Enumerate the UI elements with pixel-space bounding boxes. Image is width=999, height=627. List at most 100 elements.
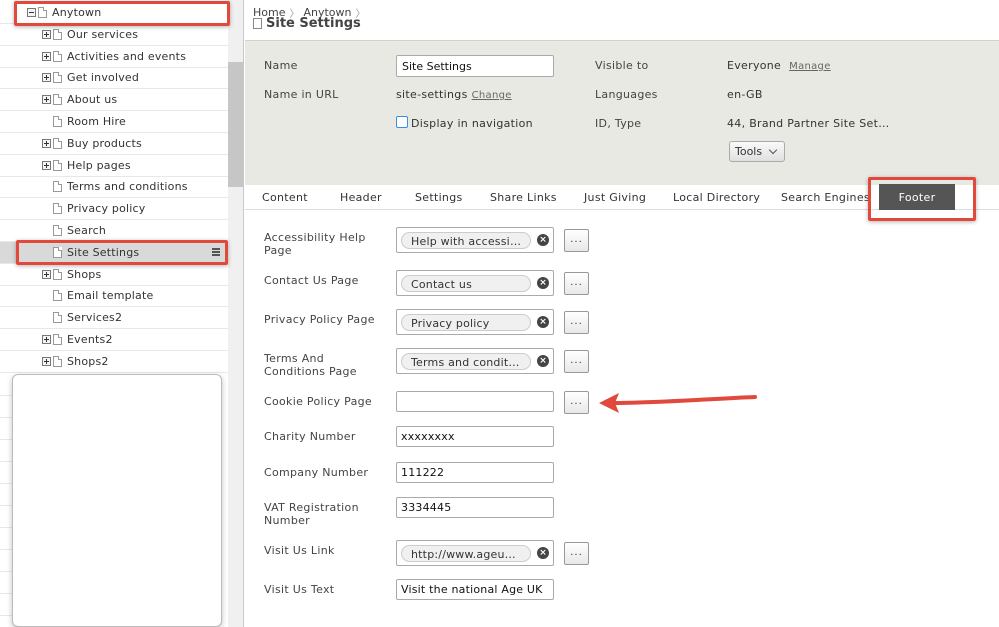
sidebar-item[interactable]: Events2 bbox=[0, 329, 228, 351]
page-icon bbox=[53, 137, 62, 149]
menu-icon[interactable] bbox=[212, 247, 220, 256]
collapse-icon[interactable] bbox=[27, 8, 36, 17]
cookie-input[interactable] bbox=[396, 391, 554, 412]
sidebar-item[interactable]: Shops2 bbox=[0, 351, 228, 373]
sidebar-item[interactable]: Activities and events bbox=[0, 46, 228, 68]
sidebar-item-label: Shops bbox=[67, 267, 102, 281]
expand-icon[interactable] bbox=[42, 51, 51, 61]
sidebar-item[interactable]: Search bbox=[0, 220, 228, 242]
expand-icon[interactable] bbox=[42, 269, 51, 279]
manage-link[interactable]: Manage bbox=[789, 61, 831, 72]
sidebar-item-label: Site Settings bbox=[67, 245, 140, 259]
page-icon bbox=[53, 290, 62, 302]
url-value: site-settings Change bbox=[396, 88, 512, 101]
tab-settings[interactable]: Settings bbox=[415, 191, 463, 204]
sidebar-item[interactable]: About us bbox=[0, 89, 228, 112]
tab-just-giving[interactable]: Just Giving bbox=[584, 191, 646, 204]
languages-value: en-GB bbox=[727, 88, 763, 101]
terms-browse-button[interactable]: ... bbox=[564, 350, 589, 373]
page-icon bbox=[53, 203, 62, 215]
url-text: site-settings bbox=[396, 88, 468, 101]
sidebar-item-label: Our services bbox=[67, 27, 139, 41]
sidebar-item-label: Search bbox=[67, 224, 106, 237]
visit-link-label: Visit Us Link bbox=[264, 544, 335, 557]
sidebar-item[interactable]: Shops bbox=[0, 264, 228, 286]
privacy-picker[interactable]: Privacy policy × bbox=[396, 309, 554, 335]
sidebar-item[interactable]: Get involved bbox=[0, 67, 228, 90]
cookie-browse-button[interactable]: ... bbox=[564, 391, 589, 414]
expand-icon[interactable] bbox=[42, 73, 51, 83]
sidebar-item-label: Activities and events bbox=[67, 49, 187, 63]
tab-footer[interactable]: Footer bbox=[879, 184, 955, 210]
sidebar-item[interactable]: Services2 bbox=[0, 307, 228, 330]
expand-icon[interactable] bbox=[42, 29, 51, 39]
page-icon bbox=[53, 355, 62, 367]
expand-icon[interactable] bbox=[42, 160, 51, 170]
tab-content[interactable]: Content bbox=[262, 191, 308, 204]
sidebar-item[interactable]: Our services bbox=[0, 24, 228, 46]
sidebar: Anytown Our services Activities and events… bbox=[0, 0, 244, 627]
name-input[interactable] bbox=[396, 55, 554, 77]
page-icon bbox=[53, 28, 62, 40]
page-icon bbox=[53, 72, 62, 84]
display-nav-checkbox[interactable] bbox=[396, 116, 408, 128]
visit-link-picker[interactable]: http://www.ageuk.… × bbox=[396, 540, 554, 566]
sidebar-item-label: Help pages bbox=[67, 158, 131, 172]
main-panel: Home 〉 Anytown 〉 Site Settings Name Name… bbox=[245, 0, 999, 627]
page-title: Site Settings bbox=[266, 16, 361, 31]
sidebar-item[interactable]: Site Settings bbox=[0, 241, 228, 264]
clear-icon[interactable]: × bbox=[537, 316, 549, 328]
tools-dropdown[interactable]: Tools bbox=[729, 141, 785, 162]
charity-input[interactable] bbox=[396, 426, 554, 447]
privacy-browse-button[interactable]: ... bbox=[564, 311, 589, 334]
page-icon bbox=[53, 159, 62, 171]
sidebar-item-label: Events2 bbox=[67, 333, 113, 346]
page-icon bbox=[253, 18, 262, 29]
clear-icon[interactable]: × bbox=[537, 355, 549, 367]
privacy-pill: Privacy policy bbox=[401, 314, 531, 331]
tab-share-links[interactable]: Share Links bbox=[490, 191, 557, 204]
page-icon bbox=[53, 94, 62, 106]
accessibility-browse-button[interactable]: ... bbox=[564, 229, 589, 252]
sidebar-item[interactable]: Room Hire bbox=[0, 111, 228, 133]
accessibility-picker[interactable]: Help with accessibi… × bbox=[396, 227, 554, 253]
expand-icon[interactable] bbox=[42, 335, 51, 344]
chevron-down-icon bbox=[768, 145, 778, 155]
charity-label: Charity Number bbox=[264, 430, 356, 443]
sidebar-item-label: Services2 bbox=[67, 311, 123, 325]
change-url-link[interactable]: Change bbox=[472, 90, 512, 101]
expand-icon[interactable] bbox=[42, 356, 51, 366]
visit-link-browse-button[interactable]: ... bbox=[564, 542, 589, 565]
page-title-row: Site Settings bbox=[253, 16, 361, 31]
sidebar-item-label: Get involved bbox=[67, 71, 140, 85]
contact-browse-button[interactable]: ... bbox=[564, 272, 589, 295]
sidebar-item-label: Room Hire bbox=[67, 115, 126, 128]
clear-icon[interactable]: × bbox=[537, 234, 549, 246]
vat-input[interactable] bbox=[396, 497, 554, 518]
sidebar-item[interactable]: Buy products bbox=[0, 133, 228, 155]
sidebar-item[interactable]: Email template bbox=[0, 285, 228, 308]
sidebar-scroll-thumb[interactable] bbox=[228, 62, 243, 187]
company-input[interactable] bbox=[396, 462, 554, 483]
sidebar-item[interactable]: Terms and conditions bbox=[0, 176, 228, 199]
tab-header[interactable]: Header bbox=[340, 191, 382, 204]
page-icon bbox=[53, 268, 62, 280]
tab-local-directory[interactable]: Local Directory bbox=[673, 191, 760, 204]
visit-text-input[interactable] bbox=[396, 579, 554, 600]
contact-picker[interactable]: Contact us × bbox=[396, 270, 554, 296]
sidebar-item[interactable]: Anytown bbox=[0, 2, 228, 24]
sidebar-item-label: Anytown bbox=[52, 6, 102, 19]
tools-label: Tools bbox=[735, 145, 763, 158]
blank-popup-panel bbox=[12, 374, 222, 627]
terms-picker[interactable]: Terms and conditi… × bbox=[396, 348, 554, 374]
sidebar-item[interactable]: Help pages bbox=[0, 155, 228, 177]
page-icon bbox=[53, 116, 62, 127]
visit-link-pill: http://www.ageuk.… bbox=[401, 545, 531, 562]
properties-panel: Name Name in URL site-settings Change Dis… bbox=[245, 40, 999, 185]
clear-icon[interactable]: × bbox=[537, 277, 549, 289]
expand-icon[interactable] bbox=[42, 95, 51, 105]
expand-icon[interactable] bbox=[42, 138, 51, 148]
sidebar-item[interactable]: Privacy policy bbox=[0, 198, 228, 221]
clear-icon[interactable]: × bbox=[537, 547, 549, 559]
tab-search-engines[interactable]: Search Engines bbox=[781, 191, 870, 204]
